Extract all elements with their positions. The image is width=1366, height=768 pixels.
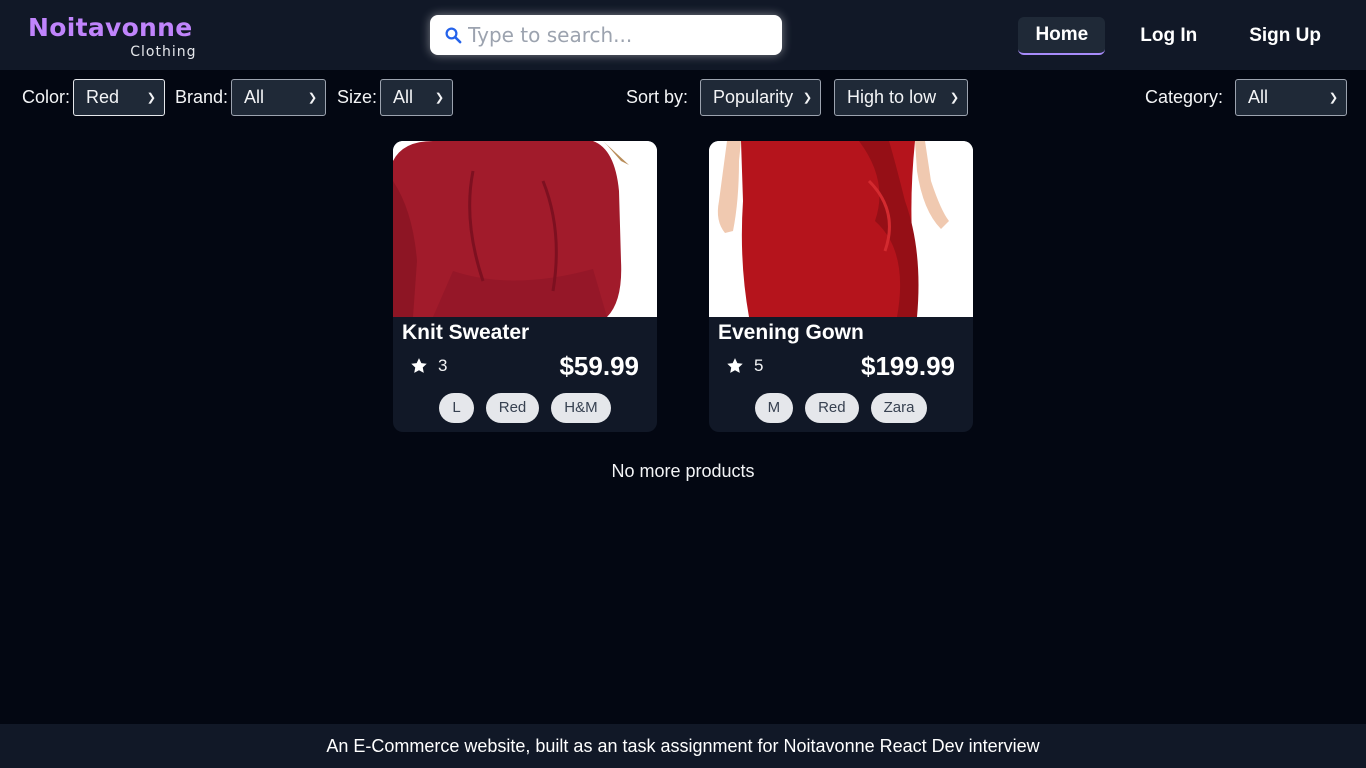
size-filter-label: Size: (337, 87, 378, 107)
footer: An E-Commerce website, built as an task … (0, 724, 1366, 768)
gown-illustration (709, 141, 973, 317)
nav-links: Home Log In Sign Up (1018, 17, 1338, 55)
color-filter-label: Color: (22, 87, 71, 107)
color-select[interactable]: Red ❯ (73, 79, 166, 116)
category-filter-label: Category: (1145, 87, 1224, 107)
size-tag: M (754, 393, 794, 423)
product-image-gown[interactable] (709, 141, 973, 317)
brand-tag: Zara (870, 393, 928, 423)
brand-subtitle: Clothing (130, 44, 197, 60)
color-filter: Color: Red ❯ (22, 79, 166, 116)
sort-order-select[interactable]: High to low ❯ (834, 79, 969, 116)
product-card[interactable]: Evening Gown 5 $199.99 M Red Zara (709, 141, 973, 432)
rating-value: 3 (438, 356, 448, 375)
sweater-illustration (393, 141, 657, 317)
star-icon (411, 358, 427, 373)
product-rating: 5 (726, 356, 763, 376)
product-name[interactable]: Knit Sweater (402, 321, 529, 345)
brand-select-value: All (244, 87, 265, 107)
size-select[interactable]: All ❯ (380, 79, 454, 116)
nav-login-link[interactable]: Log In (1123, 18, 1214, 54)
brand-select[interactable]: All ❯ (231, 79, 327, 116)
nav-home-link[interactable]: Home (1018, 17, 1106, 55)
color-select-value: Red (86, 87, 120, 107)
chevron-down-icon: ❯ (434, 92, 445, 104)
category-select-value: All (1248, 87, 1269, 107)
product-card[interactable]: Knit Sweater 3 $59.99 L Red H&M (393, 141, 657, 432)
chevron-down-icon: ❯ (949, 92, 960, 104)
search-bar[interactable] (430, 15, 782, 55)
brand-filter: Brand: All ❯ (175, 79, 327, 116)
size-select-value: All (393, 87, 414, 107)
product-tags: L Red H&M (393, 393, 657, 423)
sort-filter-label: Sort by: (626, 87, 689, 107)
size-filter: Size: All ❯ (337, 79, 454, 116)
size-tag: L (439, 393, 474, 423)
color-tag: Red (485, 393, 540, 423)
brand-tag: H&M (551, 393, 611, 423)
filter-bar: Color: Red ❯ Brand: All ❯ Size: All ❯ So… (0, 79, 1366, 116)
color-tag: Red (805, 393, 859, 423)
chevron-down-icon: ❯ (802, 92, 813, 104)
brand-logo[interactable]: Noitavonne Clothing (28, 13, 196, 61)
product-rating: 3 (410, 356, 447, 376)
category-select[interactable]: All ❯ (1235, 79, 1348, 116)
product-tags: M Red Zara (709, 393, 973, 423)
footer-text: An E-Commerce website, built as an task … (326, 736, 1040, 756)
brand-title: Noitavonne (28, 13, 193, 42)
chevron-down-icon: ❯ (307, 92, 318, 104)
star-icon (727, 358, 743, 373)
nav-signup-link[interactable]: Sign Up (1232, 18, 1338, 54)
search-input[interactable] (468, 23, 768, 47)
chevron-down-icon: ❯ (1328, 92, 1339, 104)
sort-filter: Sort by: Popularity ❯ High to low ❯ (626, 79, 969, 116)
product-name[interactable]: Evening Gown (718, 321, 864, 345)
product-image-sweater[interactable] (393, 141, 657, 317)
sort-order-value: High to low (847, 87, 937, 107)
top-navbar: Noitavonne Clothing Home Log In Sign Up (0, 0, 1366, 70)
brand-filter-label: Brand: (175, 87, 229, 107)
sort-select[interactable]: Popularity ❯ (700, 79, 822, 116)
no-more-products-message: No more products (611, 461, 755, 481)
product-price: $59.99 (559, 351, 639, 381)
search-icon (445, 27, 462, 44)
sort-select-value: Popularity (713, 87, 794, 107)
chevron-down-icon: ❯ (146, 92, 157, 104)
category-filter: Category: All ❯ (1145, 79, 1348, 116)
product-price: $199.99 (861, 351, 955, 381)
rating-value: 5 (754, 356, 764, 375)
